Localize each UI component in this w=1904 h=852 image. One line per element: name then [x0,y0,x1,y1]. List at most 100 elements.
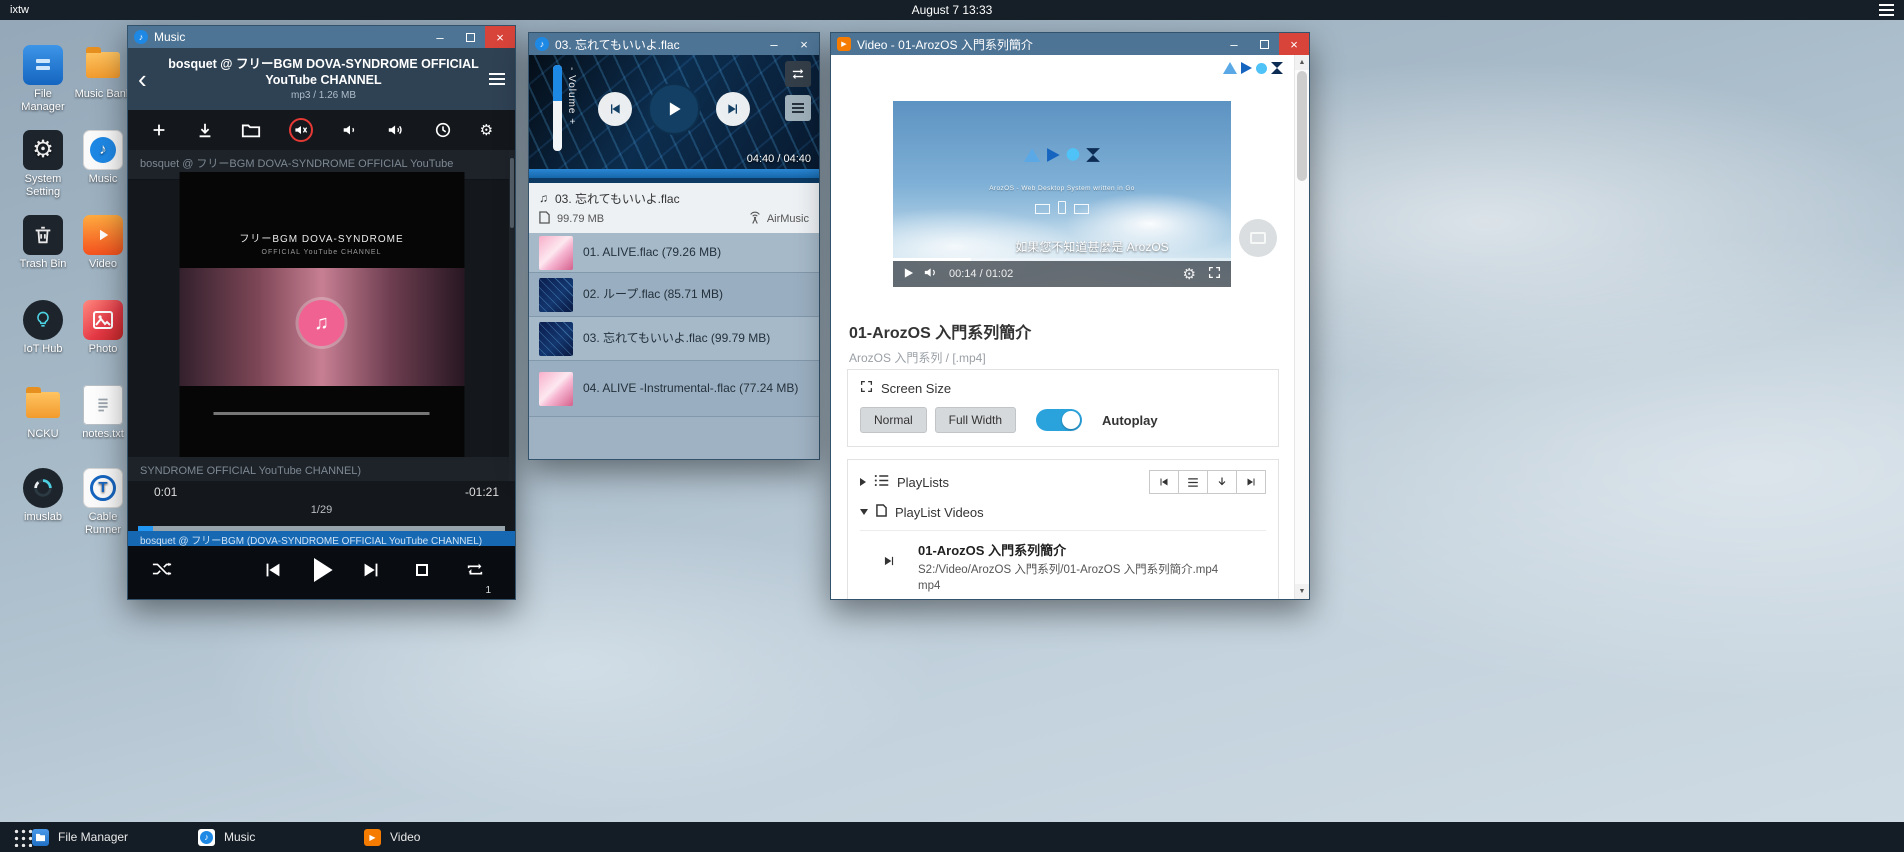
expand-caret-icon[interactable] [860,509,868,515]
taskbar-item-video[interactable]: ▶ Video [364,822,530,852]
back-button[interactable]: ‹ [138,66,164,92]
toggle-knob [1062,411,1080,429]
minimize-button[interactable]: – [425,26,455,48]
item-skip-icon [860,540,918,594]
screen-size-label: Screen Size [881,381,951,396]
folder-icon [83,45,123,85]
repeat-icon[interactable] [465,561,485,579]
file-icon [539,211,550,227]
playlists-header[interactable]: PlayLists [860,470,1266,494]
play-icon[interactable] [306,554,338,591]
maximize-button[interactable] [1249,33,1279,55]
playlists-icon [874,474,889,490]
stop-icon[interactable] [415,563,429,577]
queue-list-button[interactable] [1178,470,1208,494]
desktop-icon-photo[interactable]: Photo [74,300,132,356]
playlist-row[interactable]: 03. 忘れてもいいよ.flac (99.79 MB) [529,317,819,361]
volume-high-icon[interactable] [386,121,406,139]
playlist-row[interactable]: 04. ALIVE -Instrumental-.flac (77.24 MB) [529,361,819,417]
thumb-subtitle: OFFICIAL YouTube CHANNEL [179,249,464,256]
settings-gear-icon[interactable]: ⚙ [480,123,493,138]
previous-track-button[interactable] [598,92,632,126]
next-track-icon[interactable] [360,559,382,586]
desktop-icon-cable-runner[interactable]: T Cable Runner [74,468,132,537]
minimize-button[interactable]: – [759,33,789,55]
playlist-menu-button[interactable] [785,95,811,121]
phone-icon [1058,201,1066,214]
desktop-icon-ncku[interactable]: NCKU [14,385,72,441]
playlist-row[interactable]: 02. ループ.flac (85.71 MB) [529,273,819,317]
playlist-videos-header[interactable]: PlayList Videos [860,504,1266,520]
flac-window-titlebar[interactable]: ♪ 03. 忘れてもいいよ.flac – × [529,33,819,55]
previous-track-icon[interactable] [262,559,284,586]
collapse-caret-icon[interactable] [860,478,866,486]
desktop-icon-imuslab[interactable]: imuslab [14,468,72,524]
video-window-scrollbar[interactable]: ▲ ▼ [1294,55,1309,599]
music-taskbar-icon: ♪ [198,829,215,846]
desktop-icon-iot-hub[interactable]: IoT Hub [14,300,72,356]
maximize-button[interactable] [455,26,485,48]
text-file-icon [83,385,123,425]
desktop-icon-music-bank[interactable]: Music Bank [74,45,132,101]
skip-start-button[interactable] [1149,470,1179,494]
arozos-logo [1223,62,1283,74]
video-player[interactable]: ArozOS - Web Desktop System written in G… [893,101,1231,287]
video-window-icon: ▶ [837,37,851,51]
app-launcher-icon[interactable] [12,827,32,847]
taskbar-item-file-manager[interactable]: File Manager [32,822,198,852]
trash-icon [23,215,63,255]
desktop-icon-music[interactable]: ♪ Music [74,130,132,186]
open-folder-icon[interactable] [241,121,261,139]
thumb-title: フリーBGM DOVA-SYNDROME [179,230,464,245]
header-menu-icon[interactable] [489,78,505,80]
close-button[interactable]: × [1279,33,1309,55]
topbar-menu-icon[interactable] [1879,9,1894,11]
normal-size-button[interactable]: Normal [860,407,927,433]
playlist-video-item[interactable]: 01-ArozOS 入門系列簡介 S2:/Video/ArozOS 入門系列/0… [860,530,1266,599]
icon-label: notes.txt [82,428,124,440]
playlist-row[interactable]: 01. ALIVE.flac (79.26 MB) [529,233,819,273]
scroll-thumb[interactable] [1297,71,1307,181]
scroll-down-arrow[interactable]: ▼ [1295,584,1309,599]
taskbar-item-music[interactable]: ♪ Music [198,822,364,852]
fullscreen-icon[interactable] [1208,266,1221,282]
full-width-button[interactable]: Full Width [935,407,1016,433]
video-settings-icon[interactable]: ⚙ [1183,267,1196,282]
flac-seek-bar[interactable] [529,169,819,183]
pip-button[interactable] [1239,219,1277,257]
desktop-icon-trash-bin[interactable]: Trash Bin [14,215,72,271]
autoplay-toggle[interactable] [1036,409,1082,431]
selected-playlist-row[interactable]: bosquet @ フリーBGM (DOVA-SYNDROME OFFICIAL… [128,531,515,546]
desktop-icon-notes-txt[interactable]: notes.txt [74,385,132,441]
repeat-mode-button[interactable] [785,61,811,87]
playlist-row-background[interactable]: SYNDROME OFFICIAL YouTube CHANNEL) mp3 /… [128,457,509,481]
video-volume-icon[interactable] [924,266,939,282]
skip-end-button[interactable] [1236,470,1266,494]
add-track-icon[interactable] [150,121,168,139]
album-art-thumbnail[interactable]: フリーBGM DOVA-SYNDROME OFFICIAL YouTube CH… [179,172,464,457]
now-playing-meta: mp3 / 1.26 MB [164,90,483,101]
next-track-button[interactable] [716,92,750,126]
music-main-area: bosquet @ フリーBGM DOVA-SYNDROME OFFICIAL … [128,150,515,481]
volume-low-icon[interactable] [341,121,359,139]
logo-hourglass-icon [1271,62,1283,74]
close-button[interactable]: × [789,33,819,55]
close-button[interactable]: × [485,26,515,48]
desktop-icon-system-setting[interactable]: ⚙ System Setting [14,130,72,199]
music-window-titlebar[interactable]: ♪ Music – × [128,26,515,48]
video-window-titlebar[interactable]: ▶ Video - 01-ArozOS 入門系列簡介 – × [831,33,1309,55]
video-play-icon[interactable] [903,267,914,282]
mute-icon[interactable] [289,118,313,142]
download-icon[interactable] [196,121,214,139]
desktop-icon-file-manager[interactable]: File Manager [14,45,72,114]
scroll-up-arrow[interactable]: ▲ [1295,55,1309,70]
music-scrollbar[interactable] [509,150,515,481]
desktop-icon-video[interactable]: Video [74,215,132,271]
history-icon[interactable] [434,121,452,139]
minimize-button[interactable]: – [1219,33,1249,55]
autoplay-label: Autoplay [1102,413,1158,428]
taskbar-item-label: Music [224,830,255,844]
video-screen[interactable]: ArozOS - Web Desktop System written in G… [893,101,1231,287]
play-button[interactable] [648,83,700,135]
download-video-button[interactable] [1207,470,1237,494]
